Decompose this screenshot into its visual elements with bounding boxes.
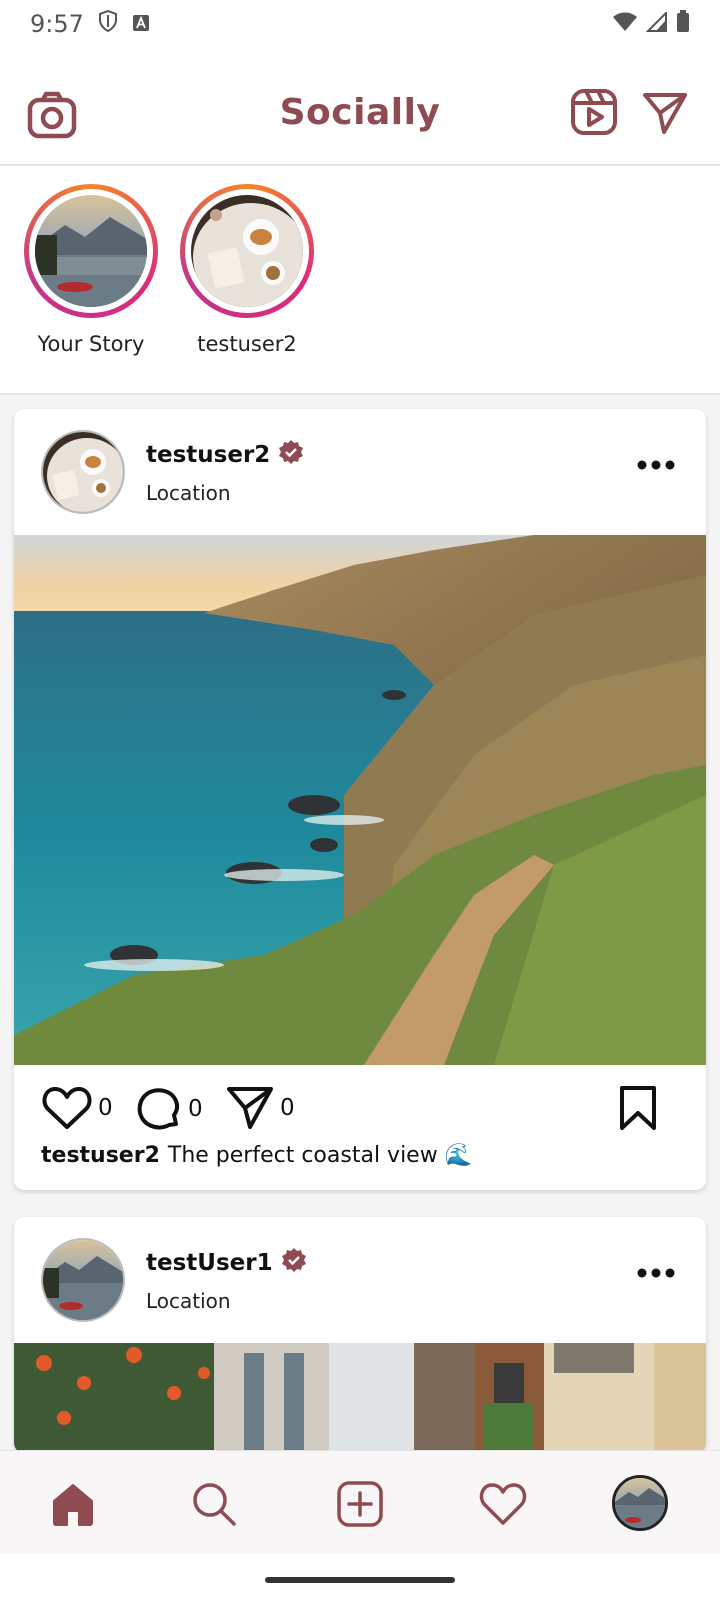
battery-icon xyxy=(676,10,690,38)
more-options-icon[interactable] xyxy=(636,1265,676,1281)
nav-add-post-icon[interactable] xyxy=(335,1479,385,1529)
caption-text: The perfect coastal view 🌊 xyxy=(167,1143,473,1168)
status-bar: 9:57 xyxy=(0,0,720,48)
nav-home-icon[interactable] xyxy=(48,1479,98,1529)
stories-row: Your Story testuser2 xyxy=(0,168,720,393)
like-count: 0 xyxy=(98,1095,113,1121)
post-actions: 0 0 0 xyxy=(14,1065,706,1143)
like-action[interactable]: 0 xyxy=(42,1085,113,1131)
bookmark-icon[interactable] xyxy=(618,1085,658,1131)
verified-badge-icon xyxy=(281,1247,307,1279)
story-label: testuser2 xyxy=(197,332,297,356)
story-label: Your Story xyxy=(37,332,145,356)
more-options-icon[interactable] xyxy=(636,457,676,473)
share-action[interactable]: 0 xyxy=(226,1085,295,1131)
post-image-coast[interactable] xyxy=(14,535,706,1065)
post-caption: testuser2 The perfect coastal view 🌊 xyxy=(14,1143,706,1190)
home-gesture-bar[interactable] xyxy=(265,1577,455,1583)
keyboard-a-icon xyxy=(132,10,150,38)
share-count: 0 xyxy=(280,1095,295,1121)
post-header: testuser2 Location xyxy=(14,409,706,535)
post-username[interactable]: testuser2 xyxy=(146,439,304,471)
username-text: testuser2 xyxy=(146,442,271,468)
post-image-street[interactable] xyxy=(14,1343,706,1450)
post-location[interactable]: Location xyxy=(146,481,231,505)
post-header: testUser1 Location xyxy=(14,1217,706,1343)
share-send-icon[interactable] xyxy=(226,1085,274,1131)
story-testuser2[interactable]: testuser2 xyxy=(172,184,322,356)
caption-username[interactable]: testuser2 xyxy=(41,1143,160,1168)
wifi-icon xyxy=(612,10,638,38)
top-app-bar: Socially xyxy=(0,70,720,162)
story-your-story[interactable]: Your Story xyxy=(16,184,166,356)
post-location[interactable]: Location xyxy=(146,1289,231,1313)
header-divider xyxy=(0,164,720,166)
post-card: testuser2 Location 0 0 0 testuser2 The p… xyxy=(14,409,706,1190)
story-avatar-lake xyxy=(35,195,147,307)
nav-search-icon[interactable] xyxy=(189,1479,239,1529)
post-avatar[interactable] xyxy=(41,430,125,514)
comment-icon[interactable] xyxy=(134,1085,182,1133)
post-avatar[interactable] xyxy=(41,1238,125,1322)
bottom-navigation xyxy=(0,1450,720,1554)
post-card: testUser1 Location xyxy=(14,1217,706,1450)
status-time: 9:57 xyxy=(30,10,84,38)
nav-profile-avatar[interactable] xyxy=(612,1475,668,1531)
signal-icon xyxy=(645,10,668,38)
reels-icon[interactable] xyxy=(570,88,618,136)
story-ring xyxy=(180,184,314,318)
feed: testuser2 Location 0 0 0 testuser2 The p… xyxy=(0,395,720,1450)
direct-message-icon[interactable] xyxy=(642,90,688,136)
post-username[interactable]: testUser1 xyxy=(146,1247,307,1279)
verified-badge-icon xyxy=(278,439,304,471)
comment-count: 0 xyxy=(188,1096,203,1122)
username-text: testUser1 xyxy=(146,1250,273,1276)
nav-activity-heart-icon[interactable] xyxy=(478,1479,528,1529)
like-heart-icon[interactable] xyxy=(42,1085,92,1131)
story-avatar-coffee xyxy=(191,195,303,307)
comment-action[interactable]: 0 xyxy=(134,1085,203,1133)
story-ring xyxy=(24,184,158,318)
shield-icon xyxy=(98,9,118,38)
